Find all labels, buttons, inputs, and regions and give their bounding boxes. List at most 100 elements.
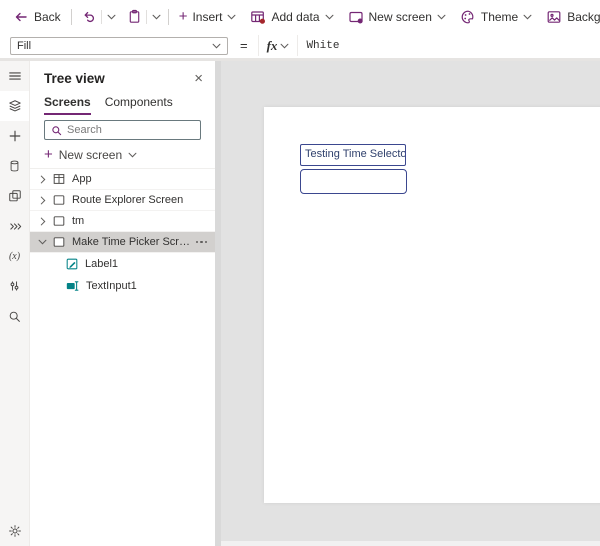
new-screen-icon	[348, 9, 364, 25]
rail-advanced-tools-button[interactable]	[0, 271, 29, 301]
search-icon	[9, 311, 20, 322]
label-icon	[65, 257, 79, 271]
panel-title: Tree view	[44, 70, 105, 86]
tree-item-label: Label1	[85, 258, 119, 270]
powerapps-studio-window: Back + Insert Add data New screen Theme …	[0, 0, 600, 546]
plus-icon: +	[178, 8, 188, 25]
background-image-label: Background image	[567, 9, 600, 24]
canvas-label-control[interactable]: Testing Time Selector	[300, 144, 406, 166]
rail-data-button[interactable]	[0, 151, 29, 181]
chevron-down-icon	[437, 14, 446, 20]
search-box[interactable]	[44, 120, 201, 140]
theme-palette-icon	[460, 9, 476, 25]
tree-item-app[interactable]: App	[30, 169, 215, 190]
back-button[interactable]: Back	[6, 4, 68, 30]
fx-icon: fx	[266, 37, 278, 53]
top-toolbar: Back + Insert Add data New screen Theme …	[0, 0, 600, 33]
tab-components[interactable]: Components	[105, 95, 173, 115]
insert-plus-icon	[9, 130, 20, 142]
data-cylinder-icon	[10, 160, 19, 172]
chevron-down-icon[interactable]	[36, 239, 49, 245]
tree-item-label1[interactable]: Label1	[30, 253, 215, 275]
undo-icon	[82, 9, 97, 24]
property-selector[interactable]: Fill	[10, 36, 228, 55]
fx-dropdown[interactable]: fx	[257, 35, 299, 56]
paste-button[interactable]	[120, 4, 145, 30]
new-screen-label: New screen	[368, 9, 432, 24]
tree-item-label: TextInput1	[86, 280, 137, 292]
tree-item-tm[interactable]: tm	[30, 211, 215, 232]
more-options-icon[interactable]	[195, 240, 207, 244]
formula-expression[interactable]: White	[306, 40, 339, 52]
panel-tabs: Screens Components	[30, 89, 215, 115]
rail-settings-button[interactable]	[0, 516, 29, 546]
search-input[interactable]	[67, 124, 194, 136]
chevron-down-icon	[325, 14, 334, 20]
tree-item-make-time-picker-screen[interactable]: Make Time Picker Screen	[30, 232, 215, 253]
plus-icon: +	[44, 146, 53, 163]
chevron-down-icon	[227, 14, 236, 20]
new-screen-button[interactable]: New screen	[341, 4, 453, 30]
tree-item-label: Make Time Picker Screen	[72, 236, 196, 248]
new-screen-tree-button[interactable]: + New screen	[30, 142, 215, 168]
rail-variables-button[interactable]: (x)	[0, 241, 29, 271]
app-icon	[52, 172, 66, 186]
background-image-icon	[546, 9, 562, 25]
chevron-down-icon	[280, 43, 289, 48]
add-data-table-icon	[250, 9, 266, 25]
tab-screens[interactable]: Screens	[44, 95, 91, 115]
power-automate-icon	[9, 222, 21, 230]
search-icon	[52, 125, 62, 135]
split-divider	[145, 9, 147, 24]
tree-view-panel: Tree view × Screens Components + New scr…	[30, 61, 215, 546]
paste-dropdown-chevron[interactable]	[148, 4, 165, 30]
hamburger-menu-icon	[8, 72, 21, 80]
canvas-text-input-control[interactable]	[300, 169, 407, 194]
chevron-down-icon	[128, 152, 137, 157]
chevron-right-icon[interactable]	[36, 196, 49, 205]
chevron-down-icon	[212, 43, 221, 48]
equals-sign: =	[240, 38, 248, 53]
chevron-down-icon	[523, 14, 532, 20]
formula-bar: Fill = fx White	[0, 33, 600, 58]
rail-menu-button[interactable]	[0, 61, 29, 91]
theme-label: Theme	[480, 9, 519, 24]
add-data-label: Add data	[271, 9, 320, 24]
screen-icon	[52, 235, 66, 249]
rail-tree-view-button[interactable]	[0, 91, 29, 121]
back-label: Back	[34, 9, 61, 24]
tree-item-label: Route Explorer Screen	[72, 194, 184, 206]
property-name: Fill	[17, 39, 32, 52]
text-input-icon	[65, 279, 80, 293]
canvas-area[interactable]: Testing Time Selector	[221, 61, 600, 546]
chevron-right-icon[interactable]	[36, 217, 49, 226]
tree-item-textinput1[interactable]: TextInput1	[30, 275, 215, 297]
insert-label: Insert	[192, 9, 223, 24]
background-image-button[interactable]: Background image	[539, 4, 600, 30]
advanced-tools-icon	[10, 281, 19, 291]
toolbar-separator	[167, 8, 169, 25]
rail-power-automate-button[interactable]	[0, 211, 29, 241]
tree-item-label: tm	[72, 215, 85, 227]
variables-icon: (x)	[8, 250, 21, 262]
close-icon[interactable]: ×	[190, 71, 207, 86]
rail-search-button[interactable]	[0, 301, 29, 331]
new-screen-label: New screen	[58, 147, 123, 162]
rail-media-button[interactable]	[0, 181, 29, 211]
tree-item-label: App	[72, 173, 92, 185]
screen-artboard[interactable]: Testing Time Selector	[264, 107, 600, 503]
left-icon-rail: (x)	[0, 61, 30, 546]
rail-insert-button[interactable]	[0, 121, 29, 151]
insert-button[interactable]: + Insert	[172, 4, 244, 30]
horizontal-scrollbar[interactable]	[221, 541, 600, 546]
add-data-button[interactable]: Add data	[243, 4, 340, 30]
tree-item-route-explorer-screen[interactable]: Route Explorer Screen	[30, 190, 215, 211]
undo-dropdown-chevron[interactable]	[103, 4, 120, 30]
undo-button[interactable]	[75, 4, 100, 30]
theme-button[interactable]: Theme	[453, 4, 539, 30]
split-divider	[100, 9, 102, 24]
screen-icon	[52, 214, 66, 228]
chevron-right-icon[interactable]	[36, 175, 49, 184]
screens-tree: App Route Explorer Screen tm Make Time P…	[30, 168, 215, 546]
tree-view-icon	[8, 100, 21, 112]
